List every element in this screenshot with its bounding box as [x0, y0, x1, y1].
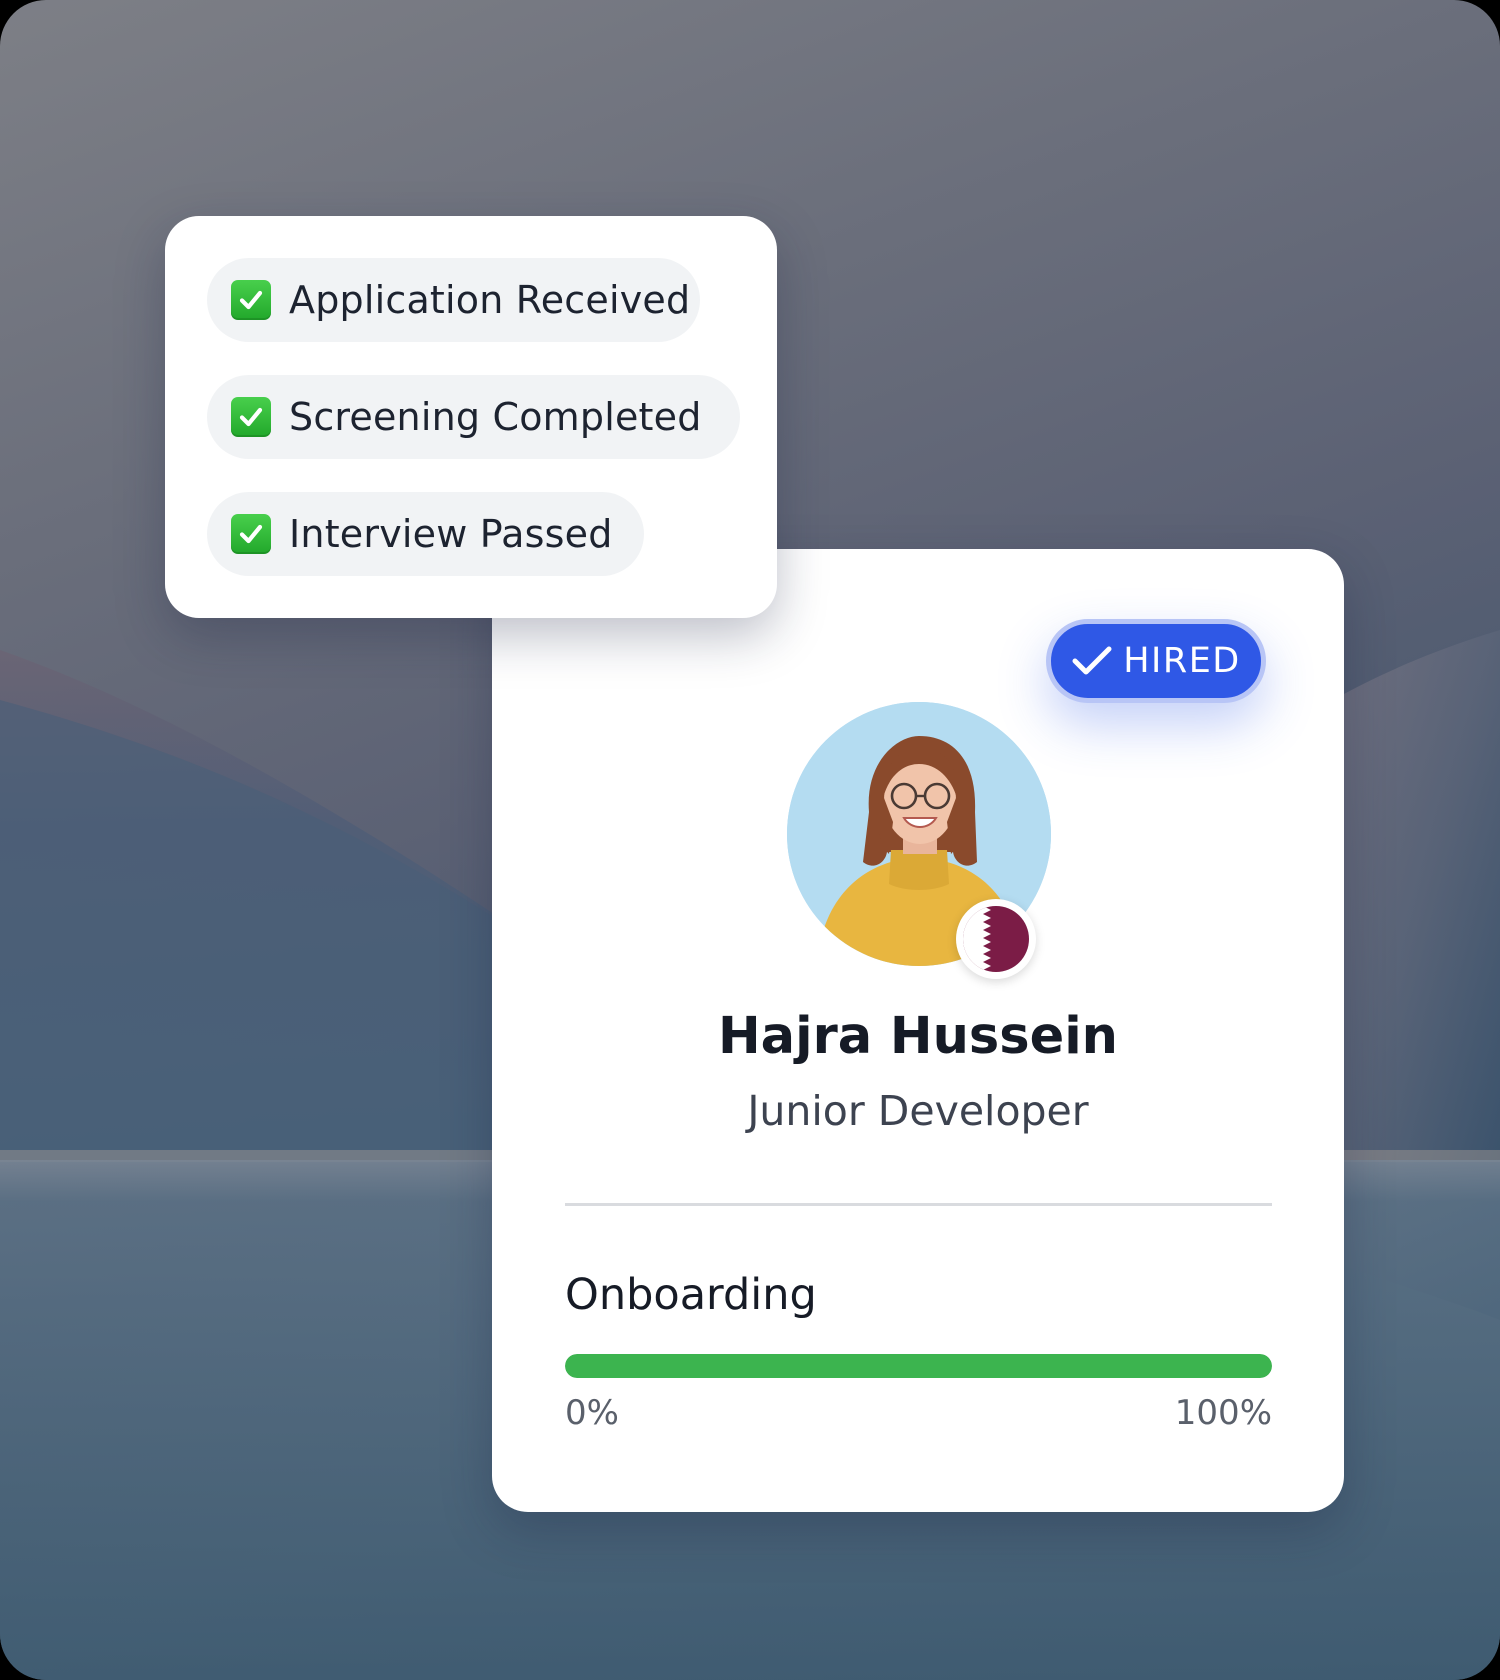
divider [565, 1203, 1272, 1206]
checklist-item-interview-passed: Interview Passed [207, 492, 644, 576]
checkmark-icon [1071, 644, 1113, 678]
onboarding-progress-fill [565, 1354, 1272, 1378]
background-frame: Application Received Screening Completed… [0, 0, 1500, 1680]
onboarding-title: Onboarding [565, 1270, 817, 1320]
progress-max-label: 100% [1174, 1393, 1272, 1433]
candidate-role: Junior Developer [747, 1087, 1089, 1135]
checklist-item-application-received: Application Received [207, 258, 700, 342]
onboarding-progress-bar [565, 1354, 1272, 1378]
checkbox-checked-icon [231, 397, 271, 437]
checkbox-checked-icon [231, 514, 271, 554]
progress-min-label: 0% [565, 1393, 619, 1433]
hired-status-badge: HIRED [1046, 619, 1266, 703]
checklist-item-screening-completed: Screening Completed [207, 375, 740, 459]
candidate-name: Hajra Hussein [718, 1007, 1118, 1066]
application-checklist-card: Application Received Screening Completed… [165, 216, 777, 618]
candidate-profile-card: HIRED Hajra Hussein Junior Developer Onb… [492, 549, 1344, 1512]
checklist-item-label: Screening Completed [289, 395, 702, 439]
hired-status-label: HIRED [1123, 641, 1241, 681]
checkbox-checked-icon [231, 280, 271, 320]
checklist-item-label: Interview Passed [289, 512, 613, 556]
checklist-item-label: Application Received [289, 278, 691, 322]
qatar-flag-icon [956, 899, 1036, 979]
